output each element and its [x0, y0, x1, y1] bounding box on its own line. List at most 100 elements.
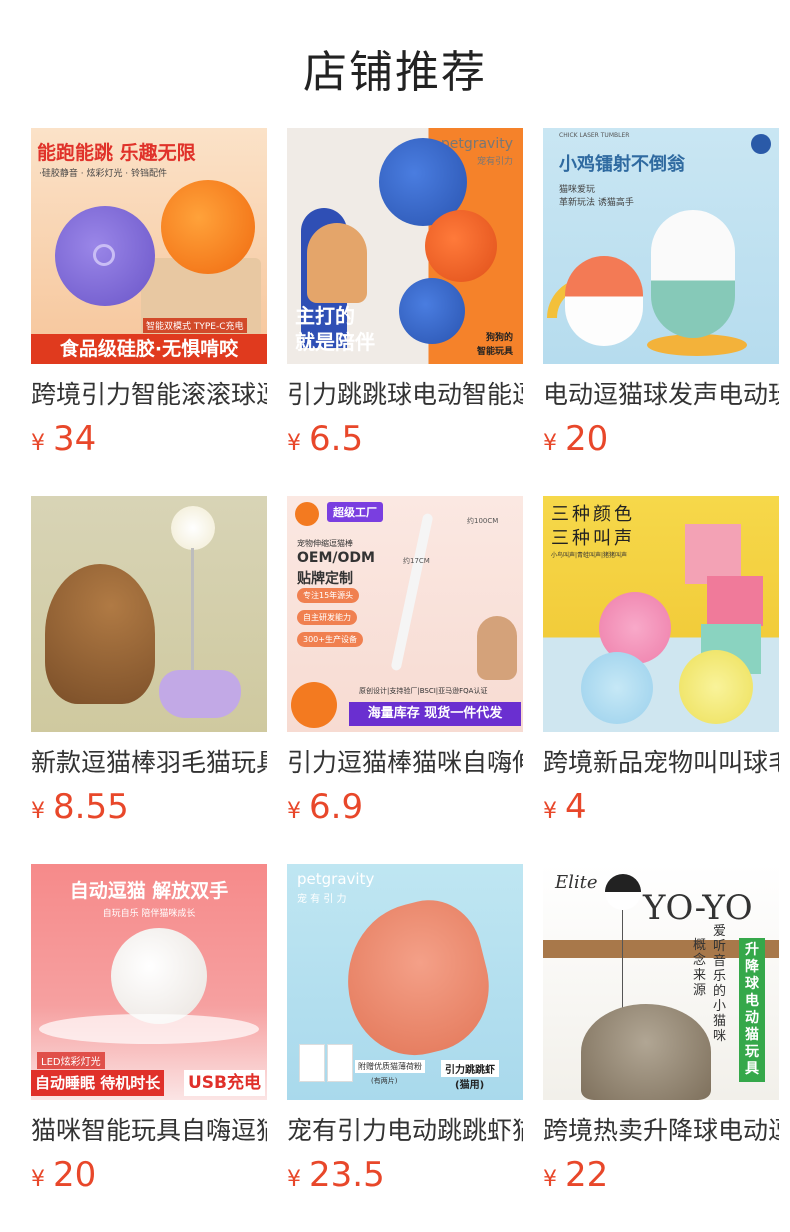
product-card[interactable]: 自动逗猫 解放双手 自玩自乐 陪伴猫咪成长 LED炫彩灯光 自动睡眠 待机时长 …: [31, 864, 267, 1232]
image-headline: YO-YO: [643, 888, 753, 928]
image-headline: 小鸡镭射不倒翁: [559, 154, 685, 175]
image-tag-2: 引力跳跳虾: [441, 1060, 499, 1077]
wand-stick: [191, 548, 194, 678]
dimension-label-1: 约17CM: [403, 557, 430, 565]
factory-badge: 超级工厂: [327, 502, 383, 522]
product-image[interactable]: 三种颜色 三种叫声 小鸟叫声|青蛙叫声|猪猪叫声: [543, 496, 779, 732]
image-subtext: 自玩自乐 陪伴猫咪成长: [102, 909, 196, 919]
product-price: ¥6.5: [287, 418, 523, 460]
image-tag-1: 狗狗的: [485, 333, 513, 343]
smart-ball: [111, 928, 207, 1024]
yellow-ball: [679, 650, 753, 724]
wand-stick: [390, 512, 434, 672]
product-name[interactable]: 跨境热卖升降球电动逗猫器: [543, 1114, 779, 1148]
chick-green: [651, 210, 735, 338]
logo-icon: [751, 134, 771, 154]
image-sub-2: 革新玩法 诱猫高手: [559, 198, 634, 208]
product-name[interactable]: 新款逗猫棒羽毛猫玩具: [31, 746, 267, 780]
display-stand: [39, 1014, 259, 1044]
product-price: ¥8.55: [31, 786, 267, 828]
price-value: 6.5: [309, 419, 364, 459]
currency-symbol: ¥: [31, 799, 45, 824]
product-card[interactable]: Elite YO-YO 概念来源 爱听音乐的小猫咪 升降球电动猫玩具 跨境热卖升…: [543, 864, 779, 1232]
cat-figure: [477, 616, 517, 680]
image-banner-1: 自动睡眠 待机时长: [31, 1070, 165, 1096]
product-price: ¥20: [543, 418, 779, 460]
brand-cn: 宠有引力: [476, 157, 513, 167]
product-card[interactable]: 三种颜色 三种叫声 小鸟叫声|青蛙叫声|猪猪叫声 跨境新品宠物叫叫球毛绒玩具 ¥…: [543, 496, 779, 864]
dog-figure: [307, 223, 367, 303]
cert-text: 原创设计|支持验厂|BSCI|亚马逊FQA认证: [359, 687, 488, 695]
image-sub-1: 猫咪爱玩: [559, 185, 596, 195]
product-price: ¥4: [543, 786, 779, 828]
image-headline: 能跑能跳 乐趣无限: [37, 142, 196, 164]
image-tag-1: 附赠优质猫薄荷粉: [355, 1060, 425, 1073]
yoyo-ball: [605, 874, 641, 910]
product-card[interactable]: CHICK LASER TUMBLER 小鸡镭射不倒翁 猫咪爱玩 革新玩法 诱猫…: [543, 128, 779, 496]
product-card[interactable]: 超级工厂 宠物伸缩逗猫棒 OEM/ODM 贴牌定制 专注15年源头 自主研发能力…: [287, 496, 523, 864]
toy-base: [159, 670, 241, 718]
currency-symbol: ¥: [543, 799, 557, 824]
currency-symbol: ¥: [31, 1167, 45, 1192]
dimension-label-2: 约100CM: [467, 517, 499, 525]
product-image[interactable]: CHICK LASER TUMBLER 小鸡镭射不倒翁 猫咪爱玩 革新玩法 诱猫…: [543, 128, 779, 364]
product-image[interactable]: petgravity 宠 有 引 力 附赠优质猫薄荷粉 (有两片) 引力跳跳虾 …: [287, 864, 523, 1100]
brand-logo: petgravity: [297, 870, 375, 888]
product-price: ¥20: [31, 1154, 267, 1196]
currency-symbol: ¥: [287, 1167, 301, 1192]
logo-icon: [295, 502, 319, 526]
price-value: 22: [565, 1155, 609, 1195]
brand-cn: 宠 有 引 力: [297, 894, 347, 905]
currency-symbol: ¥: [31, 431, 45, 456]
product-name[interactable]: 宠有引力电动跳跳虾猫玩具: [287, 1114, 523, 1148]
product-name[interactable]: 跨境新品宠物叫叫球毛绒玩具: [543, 746, 779, 780]
product-card[interactable]: 新款逗猫棒羽毛猫玩具 ¥8.55: [31, 496, 267, 864]
currency-symbol: ¥: [287, 799, 301, 824]
page-title: 店铺推荐: [303, 47, 487, 98]
product-card[interactable]: 能跑能跳 乐趣无限 ·硅胶静音 · 炫彩灯光 · 铃铛配件 智能双模式 TYPE…: [31, 128, 267, 496]
image-tag: 智能双模式 TYPE-C充电: [143, 318, 247, 333]
image-pill-2: 自主研发能力: [297, 610, 357, 625]
product-image[interactable]: Elite YO-YO 概念来源 爱听音乐的小猫咪 升降球电动猫玩具: [543, 864, 779, 1100]
product-image[interactable]: [31, 496, 267, 732]
product-price: ¥22: [543, 1154, 779, 1196]
cat-figure: [581, 1004, 711, 1100]
image-headline-1: 主打的: [295, 304, 355, 328]
cat-figure: [45, 564, 155, 704]
product-name[interactable]: 电动逗猫球发声电动玩具: [543, 378, 779, 412]
product-card[interactable]: petgravity 宠 有 引 力 附赠优质猫薄荷粉 (有两片) 引力跳跳虾 …: [287, 864, 523, 1232]
led-label: LED炫彩灯光: [37, 1052, 105, 1069]
image-tag-1b: (有两片): [371, 1077, 398, 1085]
product-card[interactable]: petgravity 宠有引力 主打的 就是陪伴 狗狗的 智能玩具 引力跳跳球电…: [287, 128, 523, 496]
product-price: ¥34: [31, 418, 267, 460]
price-value: 20: [53, 1155, 97, 1195]
price-value: 4: [565, 787, 587, 827]
image-tag-2b: (猫用): [455, 1080, 485, 1091]
image-subtext: ·硅胶静音 · 炫彩灯光 · 铃铛配件: [39, 169, 168, 179]
blue-ball: [581, 652, 653, 724]
product-name[interactable]: 引力跳跳球电动智能逗狗玩具: [287, 378, 523, 412]
product-image[interactable]: 能跑能跳 乐趣无限 ·硅胶静音 · 炫彩灯光 · 铃铛配件 智能双模式 TYPE…: [31, 128, 267, 364]
product-name[interactable]: 跨境引力智能滚滚球逗猫玩具: [31, 378, 267, 412]
catnip-pack: [327, 1044, 353, 1082]
power-icon: [93, 244, 115, 266]
image-small-text: CHICK LASER TUMBLER: [559, 132, 630, 139]
image-banner-2: USB充电: [183, 1070, 265, 1096]
string-line: [622, 910, 623, 1010]
product-name[interactable]: 引力逗猫棒猫咪自嗨伸缩: [287, 746, 523, 780]
product-price: ¥6.9: [287, 786, 523, 828]
product-image[interactable]: 自动逗猫 解放双手 自玩自乐 陪伴猫咪成长 LED炫彩灯光 自动睡眠 待机时长 …: [31, 864, 267, 1100]
image-banner: 升降球电动猫玩具: [739, 938, 765, 1082]
currency-symbol: ¥: [543, 1167, 557, 1192]
image-banner: 海量库存 现货一件代发: [349, 702, 521, 726]
catnip-pack: [299, 1044, 325, 1082]
product-name[interactable]: 猫咪智能玩具自嗨逗猫球: [31, 1114, 267, 1148]
image-small-text: 宠物伸缩逗猫棒: [297, 539, 353, 548]
product-image[interactable]: 超级工厂 宠物伸缩逗猫棒 OEM/ODM 贴牌定制 专注15年源头 自主研发能力…: [287, 496, 523, 732]
product-image[interactable]: petgravity 宠有引力 主打的 就是陪伴 狗狗的 智能玩具: [287, 128, 523, 364]
image-pill-3: 300+生产设备: [297, 632, 363, 647]
product-grid: 能跑能跳 乐趣无限 ·硅胶静音 · 炫彩灯光 · 铃铛配件 智能双模式 TYPE…: [31, 128, 780, 1232]
image-headline-2: 三种叫声: [551, 528, 635, 549]
price-value: 23.5: [309, 1155, 385, 1195]
price-value: 6.9: [309, 787, 364, 827]
